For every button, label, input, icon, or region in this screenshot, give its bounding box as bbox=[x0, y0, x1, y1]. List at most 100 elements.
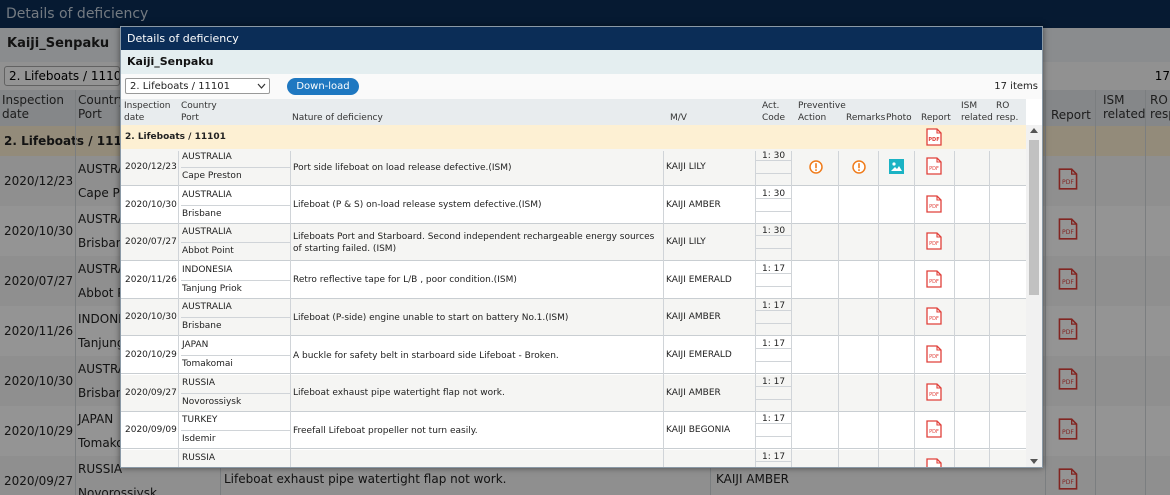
header-inspection-date: Inspection date bbox=[124, 101, 171, 123]
act-code: 1: 30 bbox=[762, 188, 786, 199]
act-code-divider bbox=[756, 310, 791, 312]
nature-of-deficiency: Retro reflective tape for L/B , poor con… bbox=[293, 262, 663, 299]
port: Novorossiysk bbox=[182, 396, 242, 407]
dialog-title: Details of deficiency bbox=[121, 27, 1042, 50]
nature-text: Lifeboats Port and Starboard. Second ind… bbox=[293, 231, 655, 254]
pdf-icon[interactable]: PDF bbox=[926, 420, 942, 441]
group-row: 2. Lifeboats / 11101 PDF bbox=[121, 125, 1026, 149]
nature-text: Port side lifeboat on load release defec… bbox=[293, 162, 512, 173]
act-code-divider bbox=[756, 323, 791, 325]
nature-of-deficiency: Lifeboat exhaust pipe watertight flap no… bbox=[293, 375, 663, 412]
pdf-icon[interactable]: PDF bbox=[926, 270, 942, 291]
download-button[interactable]: Down-load bbox=[287, 78, 359, 95]
svg-text:PDF: PDF bbox=[929, 354, 939, 360]
pdf-icon[interactable]: PDF bbox=[926, 157, 942, 178]
nature-text: Lifeboat (P & S) on-load release system … bbox=[293, 200, 542, 211]
nature-of-deficiency: Freefall Lifeboat propeller not turn eas… bbox=[293, 412, 663, 449]
nature-of-deficiency: A buckle for safety belt in starboard si… bbox=[293, 337, 663, 374]
svg-text:PDF: PDF bbox=[929, 279, 939, 285]
act-code: 1: 17 bbox=[762, 451, 786, 462]
vessel-name: KAIJI EMERALD bbox=[666, 274, 732, 285]
inspection-date: 2020/07/27 bbox=[125, 237, 177, 248]
port: Tanjung Priok bbox=[182, 283, 242, 294]
group-label: 2. Lifeboats / 11101 bbox=[125, 132, 226, 142]
country: AUSTRALIA bbox=[181, 224, 290, 244]
pdf-icon[interactable]: PDF bbox=[926, 194, 942, 216]
header-mv: M/V bbox=[670, 113, 687, 123]
nature-of-deficiency: Lifeboat (P-side) engine unable to start… bbox=[293, 299, 663, 336]
table-header: Inspection date Country Port Nature of d… bbox=[121, 99, 1026, 125]
table-row[interactable]: 2020/12/23 AUSTRALIA Cape Preston Port side… bbox=[121, 149, 1026, 186]
pdf-icon[interactable]: PDF bbox=[926, 232, 942, 253]
table-row[interactable]: RUSSIA 1: 17 PDF bbox=[121, 449, 1026, 467]
inspection-date: 2020/10/30 bbox=[125, 312, 177, 323]
port: Brisbane bbox=[182, 208, 222, 219]
table-row[interactable]: 2020/09/09 TURKEY Isdemir Freefall Lifeboat… bbox=[121, 412, 1026, 450]
scroll-up-arrow[interactable] bbox=[1030, 128, 1038, 133]
deficiency-dialog: Details of deficiency Kaiji_Senpaku 2. L… bbox=[120, 26, 1043, 468]
pdf-icon[interactable]: PDF bbox=[926, 382, 942, 404]
category-select[interactable]: 2. Lifeboats / 11101 bbox=[125, 78, 270, 94]
pdf-icon[interactable]: PDF bbox=[926, 307, 942, 328]
svg-text:PDF: PDF bbox=[929, 429, 939, 435]
inspection-date: 2020/09/27 bbox=[125, 387, 177, 398]
svg-text:PDF: PDF bbox=[929, 241, 939, 247]
table-row[interactable]: 2020/10/30 AUSTRALIA Brisbane Lifeboat (P &… bbox=[121, 187, 1026, 224]
act-code-divider bbox=[756, 361, 791, 362]
act-code-divider bbox=[756, 248, 791, 250]
act-code: 1: 17 bbox=[762, 376, 786, 387]
inspection-date: 2020/10/29 bbox=[125, 350, 177, 360]
svg-text:PDF: PDF bbox=[929, 392, 939, 398]
exclamation-circle-icon[interactable] bbox=[809, 160, 823, 177]
act-code-divider bbox=[756, 398, 791, 400]
act-code-divider bbox=[756, 423, 791, 425]
table-row[interactable]: 2020/10/30 AUSTRALIA Brisbane Lifeboat (P-s… bbox=[121, 299, 1026, 337]
vessel-name: KAIJI AMBER bbox=[666, 387, 721, 398]
country: AUSTRALIA bbox=[181, 149, 290, 168]
act-code-divider bbox=[756, 160, 791, 161]
inspection-date: 2020/11/26 bbox=[125, 274, 177, 285]
act-code: 1: 17 bbox=[762, 414, 786, 425]
act-code-divider bbox=[756, 272, 791, 274]
header-preventive-action: Preventive Action bbox=[798, 101, 846, 123]
country: AUSTRALIA bbox=[181, 187, 290, 206]
act-code-divider bbox=[756, 235, 791, 237]
act-code-divider bbox=[756, 348, 791, 349]
table-row[interactable]: 2020/11/26 INDONESIA Tanjung Priok Retro re… bbox=[121, 262, 1026, 299]
vessel-name: KAIJI LILY bbox=[666, 237, 706, 248]
chevron-down-icon bbox=[257, 79, 266, 100]
act-code-divider bbox=[756, 197, 791, 199]
port: Abbot Point bbox=[182, 246, 234, 257]
nature-of-deficiency bbox=[293, 450, 663, 467]
header-remarks: Remarks bbox=[846, 113, 886, 123]
pdf-icon[interactable]: PDF bbox=[926, 345, 942, 366]
header-ro-resp: RO resp. bbox=[996, 101, 1019, 123]
act-code: 1: 30 bbox=[762, 151, 786, 161]
vertical-scrollbar[interactable] bbox=[1026, 125, 1042, 467]
country: RUSSIA bbox=[181, 375, 290, 394]
table-row[interactable]: 2020/07/27 AUSTRALIA Abbot Point Lifeboats … bbox=[121, 224, 1026, 262]
table-row[interactable]: 2020/09/27 RUSSIA Novorossiysk Lifeboat exh… bbox=[121, 374, 1026, 412]
exclamation-circle-icon[interactable] bbox=[852, 160, 866, 177]
header-country: Country bbox=[181, 101, 217, 111]
port: Tomakomai bbox=[182, 359, 233, 369]
header-act-code: Act. Code bbox=[762, 101, 786, 123]
vessel-name: KAIJI BEGONIA bbox=[666, 425, 731, 436]
act-code-divider bbox=[756, 436, 791, 438]
svg-text:PDF: PDF bbox=[929, 316, 939, 322]
country: RUSSIA bbox=[181, 450, 290, 467]
dialog-filter-bar: 2. Lifeboats / 11101 Down-load 17 items bbox=[121, 74, 1042, 99]
act-code: 1: 30 bbox=[762, 226, 786, 237]
nature-text: A buckle for safety belt in starboard si… bbox=[293, 350, 559, 361]
scroll-thumb[interactable] bbox=[1029, 140, 1039, 295]
image-icon[interactable] bbox=[889, 159, 904, 177]
svg-text:PDF: PDF bbox=[929, 166, 939, 172]
item-count: 17 items bbox=[994, 81, 1038, 92]
header-photo: Photo bbox=[886, 113, 912, 123]
scroll-down-arrow[interactable] bbox=[1030, 459, 1038, 464]
nature-of-deficiency: Lifeboats Port and Starboard. Second ind… bbox=[293, 224, 663, 261]
port: Isdemir bbox=[182, 434, 216, 445]
pdf-icon[interactable]: PDF bbox=[926, 458, 942, 467]
country: INDONESIA bbox=[181, 262, 290, 281]
table-row[interactable]: 2020/10/29 JAPAN Tomakomai A buckle for saf… bbox=[121, 337, 1026, 374]
